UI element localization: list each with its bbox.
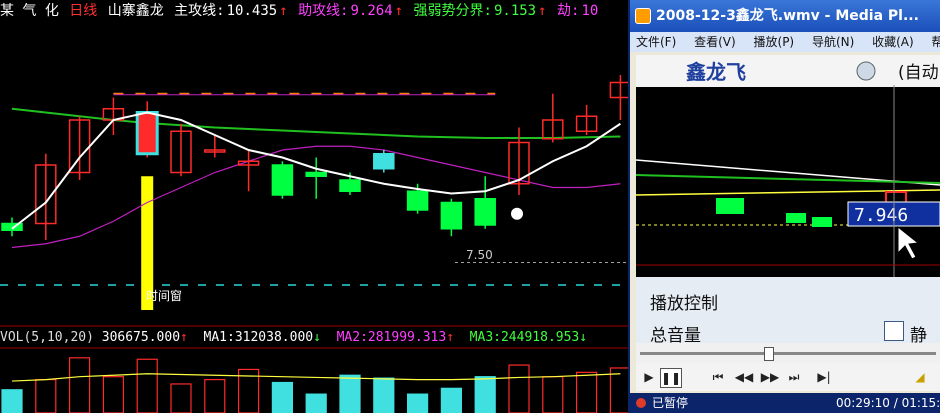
vol-value: 306675.000: [101, 330, 181, 345]
ma1-value: 312038.000: [234, 330, 314, 345]
media-player-icon: [635, 8, 651, 24]
volume-header: VOL(5,10,20) 306675.000↑, MA1:312038.000…: [0, 330, 588, 345]
divider-line-label: 强弱势分界:: [413, 3, 492, 19]
frame-step-button[interactable]: ▶|: [814, 368, 834, 386]
volume-icon[interactable]: ◢: [910, 368, 930, 386]
main-line-value: 10.435: [226, 3, 278, 19]
status-bar: 已暂停 00:29:10 / 01:15:5: [630, 393, 940, 413]
menu-view[interactable]: 查看(V): [694, 35, 736, 49]
up-arrow: ↑: [538, 3, 547, 19]
volume-bar: [575, 371, 598, 413]
candle-body: [271, 164, 294, 196]
indicator-name: 山寨鑫龙: [107, 3, 164, 19]
volume-bar: [440, 387, 462, 413]
candle-body: [406, 190, 429, 211]
player-menubar: 文件(F) 查看(V) 播放(P) 导航(N) 收藏(A) 帮助: [630, 32, 940, 52]
main-line-label: 主攻线:: [174, 3, 225, 19]
video-banner: [636, 55, 940, 87]
video-area[interactable]: 鑫龙飞 (自动 7.946: [636, 55, 940, 277]
assist-line-value: 9.264: [350, 3, 393, 19]
rob-value: 10: [581, 3, 599, 19]
video-auto: (自动: [898, 63, 939, 83]
menu-help[interactable]: 帮助: [932, 35, 940, 49]
media-player-window: 2008-12-3鑫龙飞.wmv - Media Pl... 文件(F) 查看(…: [628, 0, 940, 413]
transport-controls: ▶ ❚❚ ⏮ ◀◀ ▶▶ ⏭ ▶| ◢: [636, 363, 940, 391]
fast-forward-button[interactable]: ▶▶: [758, 368, 782, 386]
ma3-value: 244918.953: [500, 330, 580, 345]
video-candle: [812, 217, 832, 227]
stock-name: 某 气 化: [0, 3, 59, 19]
candle-body: [373, 153, 395, 170]
volume-bar: [508, 364, 530, 413]
volume-bar: [204, 378, 226, 413]
up-arrow: ↑: [180, 330, 188, 345]
volume-bar: [136, 358, 158, 413]
menu-file[interactable]: 文件(F): [636, 35, 676, 49]
rob-label: 劫:: [557, 3, 580, 19]
next-button[interactable]: ⏭: [784, 368, 804, 386]
menu-favorites[interactable]: 收藏(A): [872, 35, 914, 49]
seek-track: [640, 352, 936, 355]
smiley-icon: [511, 207, 523, 220]
volume-bar: [102, 376, 125, 413]
volume-bar: [542, 376, 564, 413]
volume-bar: [373, 377, 395, 413]
ma3-label: MA3:: [469, 330, 501, 345]
play-control-panel: 播放控制 总音量 静音: [636, 277, 940, 371]
candle-body: [339, 179, 361, 192]
paused-status-icon: [636, 398, 646, 408]
assist-line-label: 助攻线:: [298, 3, 349, 19]
candle-body: [440, 201, 463, 230]
low-price-label: 7.50: [466, 248, 493, 262]
volume-bar: [305, 393, 327, 413]
time-window-label: 时间窗: [146, 289, 183, 303]
ma2-label: MA2:: [336, 330, 368, 345]
candle-body: [474, 198, 496, 226]
down-arrow: ↓: [579, 330, 588, 345]
panel-title: 播放控制: [650, 294, 718, 314]
volume-bar: [68, 357, 91, 413]
vol-label: VOL(5,10,20): [0, 330, 94, 345]
volume-bar: [1, 389, 23, 413]
up-arrow: ↑: [279, 3, 288, 19]
highlight-candle: [135, 111, 159, 156]
player-titlebar[interactable]: 2008-12-3鑫龙飞.wmv - Media Pl...: [630, 0, 940, 32]
play-button[interactable]: ▶: [640, 368, 658, 386]
previous-button[interactable]: ⏮: [708, 368, 728, 386]
menu-navigate[interactable]: 导航(N): [812, 35, 854, 49]
up-arrow: ↑: [446, 330, 455, 345]
pause-button[interactable]: ❚❚: [660, 368, 682, 388]
player-title: 2008-12-3鑫龙飞.wmv - Media Pl...: [656, 8, 919, 24]
up-arrow: ↑: [394, 3, 404, 19]
seek-bar[interactable]: [636, 343, 940, 363]
ma2-value: 281999.313: [367, 330, 447, 345]
rewind-button[interactable]: ◀◀: [732, 368, 756, 386]
ma1-label: MA1:: [203, 330, 235, 345]
candle-body: [305, 171, 327, 177]
time-display: 00:29:10 / 01:15:5: [836, 396, 940, 410]
video-logo: 鑫龙飞: [686, 60, 746, 84]
video-candle: [716, 198, 744, 214]
video-frame: 鑫龙飞 (自动 7.946: [636, 55, 940, 277]
volume-bar: [474, 376, 496, 413]
volume-bar: [407, 393, 429, 413]
down-arrow: ↓: [313, 330, 321, 345]
status-text: 已暂停: [652, 396, 689, 410]
volume-bar: [170, 383, 192, 413]
menu-play[interactable]: 播放(P): [754, 35, 795, 49]
volume-bar: [271, 381, 293, 413]
video-price: 7.946: [854, 205, 908, 226]
chart-header: 某 气 化 日线 山寨鑫龙 主攻线: 10.435 ↑ 助攻线: 9.264 ↑ 强弱势…: [0, 0, 600, 22]
volume-bar: [339, 374, 361, 413]
volume-bar: [35, 378, 57, 413]
period-label: 日线: [69, 3, 98, 19]
seek-thumb[interactable]: [764, 347, 774, 361]
divider-line-value: 9.153: [493, 3, 537, 19]
video-candle: [786, 213, 806, 223]
mouse-cursor-icon: [897, 225, 920, 260]
webcam-icon: [856, 61, 876, 81]
mute-checkbox[interactable]: [884, 321, 904, 341]
